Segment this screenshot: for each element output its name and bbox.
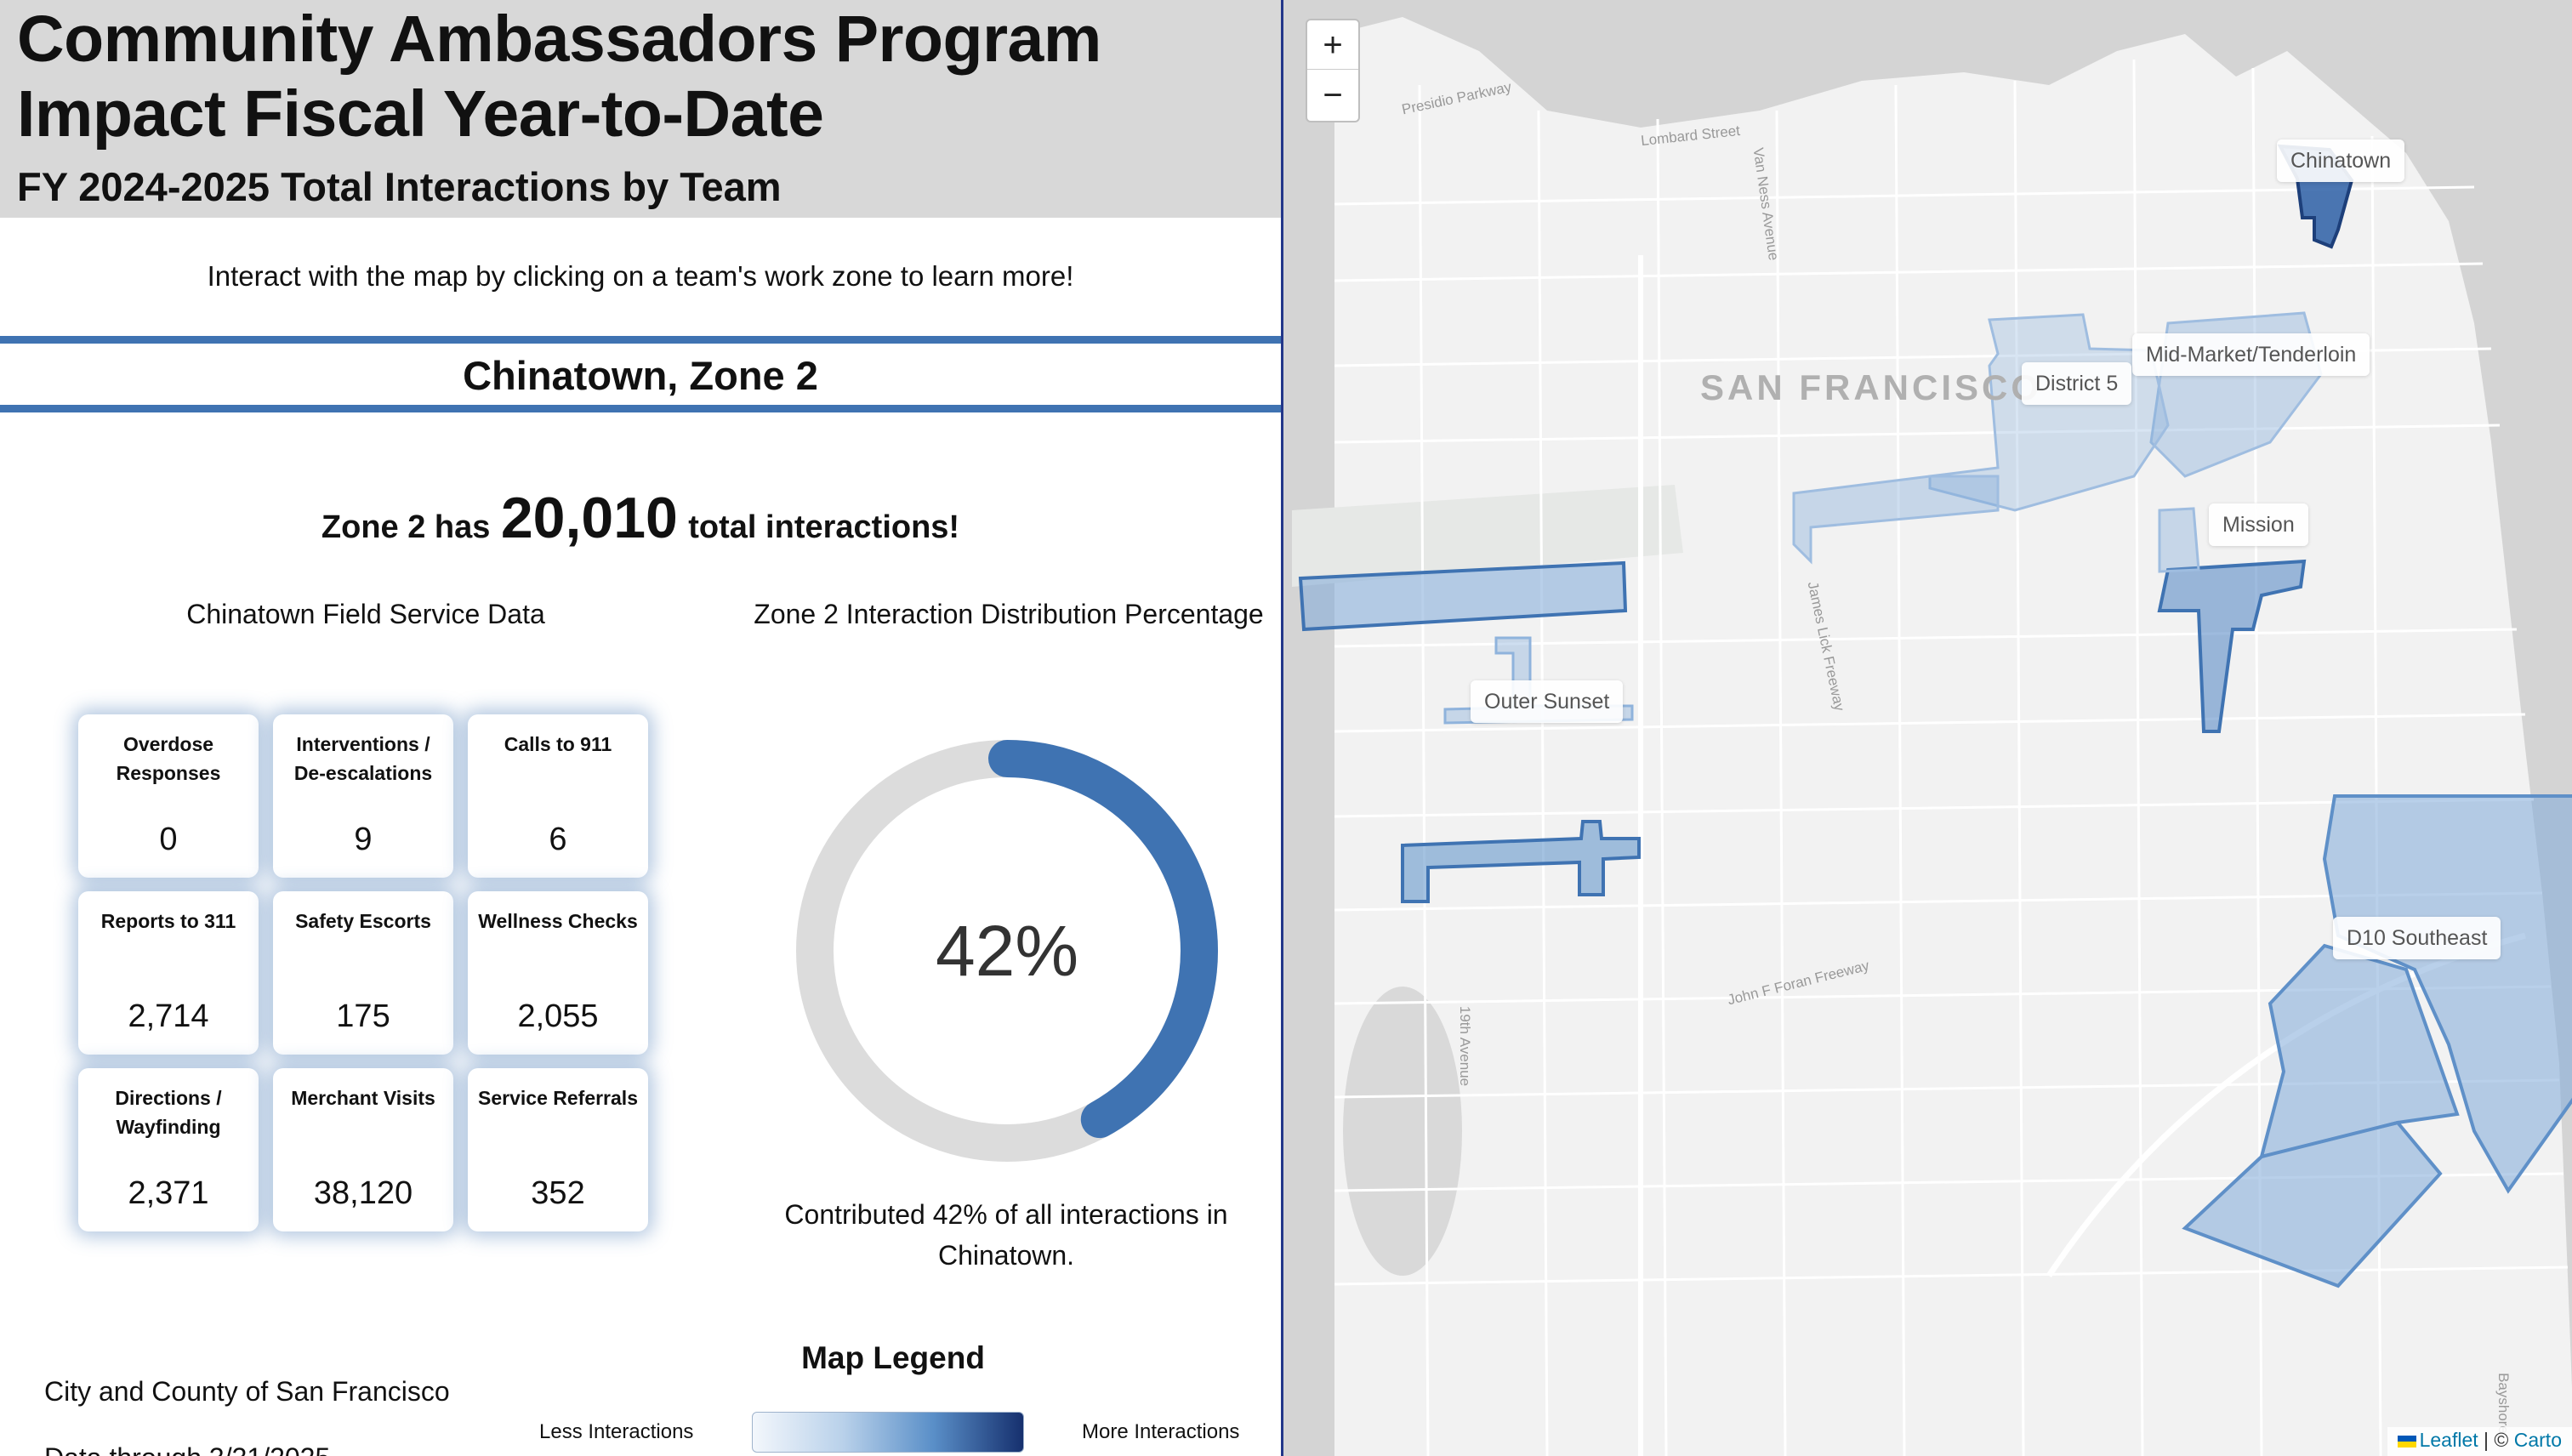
header: Community Ambassadors Program Impact Fis… [0,0,1281,218]
tile-value: 2,714 [128,998,209,1034]
zone-label-outer-sunset[interactable]: Outer Sunset [1471,680,1624,723]
tile-value: 9 [354,822,373,857]
city-label: SAN FRANCISCO [1700,367,2043,407]
zoom-out-button[interactable]: − [1307,71,1358,120]
tile-label: Interventions / De-escalations [293,733,433,784]
legend-more-label: More Interactions [1082,1420,1240,1443]
zone-label-chinatown[interactable]: Chinatown [2277,139,2405,182]
tile-reports-311: Reports to 311 2,714 [78,891,259,1055]
zone-label-district-5[interactable]: District 5 [2022,362,2132,405]
tile-label: Merchant Visits [291,1087,435,1109]
legend-less-label: Less Interactions [539,1420,694,1443]
tile-safety-escorts: Safety Escorts 175 [273,891,453,1055]
tile-value: 2,371 [128,1175,209,1211]
tile-wellness-checks: Wellness Checks 2,055 [468,891,648,1055]
distribution-heading: Zone 2 Interaction Distribution Percenta… [754,599,1264,629]
total-prefix: Zone 2 has [321,509,491,545]
tile-label: Wellness Checks [478,910,638,932]
total-interactions: Zone 2 has 20,010 total interactions! [0,485,1281,551]
attribution-copyright: © [2494,1429,2509,1451]
tile-value: 38,120 [313,1175,413,1211]
zoom-control: + − [1306,19,1360,122]
distribution-donut: 42% [786,730,1228,1172]
tile-label: Calls to 911 [504,733,612,755]
zone-title: Chinatown, Zone 2 [463,353,818,398]
title-line-1: Community Ambassadors Program [17,3,1101,76]
title-line-2: Impact Fiscal Year-to-Date [17,77,824,151]
legend-gradient [752,1412,1024,1453]
donut-percent: 42% [935,910,1079,991]
total-value: 20,010 [500,486,678,550]
tile-value: 175 [336,998,390,1034]
field-service-heading: Chinatown Field Service Data [186,599,545,629]
legend-title: Map Legend [801,1340,985,1375]
tile-directions-wayfinding: Directions / Wayfinding 2,371 [78,1068,259,1231]
instruction-text: Interact with the map by clicking on a t… [207,260,1074,292]
contribution-text: Contributed 42% of all interactions in C… [784,1199,1228,1271]
tile-label: Directions / Wayfinding [115,1087,222,1138]
tile-interventions: Interventions / De-escalations 9 [273,714,453,878]
info-panel: Community Ambassadors Program Impact Fis… [0,0,1281,1456]
tile-value: 352 [531,1175,585,1211]
tile-service-referrals: Service Referrals 352 [468,1068,648,1231]
tile-overdose-responses: Overdose Responses 0 [78,714,259,878]
page-subtitle: FY 2024-2025 Total Interactions by Team [17,164,782,209]
zone-label-d10-southeast[interactable]: D10 Southeast [2333,917,2501,959]
map-attribution: Leaflet | © Carto [2387,1427,2572,1456]
zone-divider-bottom [0,405,1281,412]
ukraine-flag-icon [2397,1436,2416,1447]
tile-label: Safety Escorts [295,910,431,932]
carto-link[interactable]: Carto [2514,1429,2562,1451]
tile-value: 0 [159,822,178,857]
tile-label: Service Referrals [478,1087,638,1109]
tile-value: 2,055 [517,998,599,1034]
map-base[interactable] [1283,0,2572,1456]
leaflet-link[interactable]: Leaflet [2420,1429,2478,1451]
tile-label: Reports to 311 [100,910,236,932]
zone-label-mid-market[interactable]: Mid-Market/Tenderloin [2132,333,2370,376]
land [1334,17,2572,1456]
page-title: Community Ambassadors Program Impact Fis… [17,2,1101,151]
footer-city: City and County of San Francisco [44,1376,450,1407]
tile-calls-911: Calls to 911 6 [468,714,648,878]
tile-merchant-visits: Merchant Visits 38,120 [273,1068,453,1231]
street-label: Bayshore [2495,1373,2512,1434]
attribution-separator: | [2484,1429,2489,1451]
total-suffix: total interactions! [688,509,960,545]
footer-date: Data through 3/31/2025 [44,1442,330,1456]
zone-divider-top [0,336,1281,344]
zone-label-mission[interactable]: Mission [2209,503,2308,546]
zoom-in-button[interactable]: + [1307,20,1358,70]
zone-map[interactable]: SAN FRANCISCO Presidio Parkway Lombard S… [1281,0,2572,1456]
zone-mission-north[interactable] [2158,507,2200,573]
street-label: 19th Avenue [1457,1005,1474,1087]
lake [1343,987,1462,1276]
tile-value: 6 [549,822,567,857]
field-service-tiles: Overdose Responses 0 Interventions / De-… [78,714,650,1231]
tile-label: Overdose Responses [116,733,221,784]
